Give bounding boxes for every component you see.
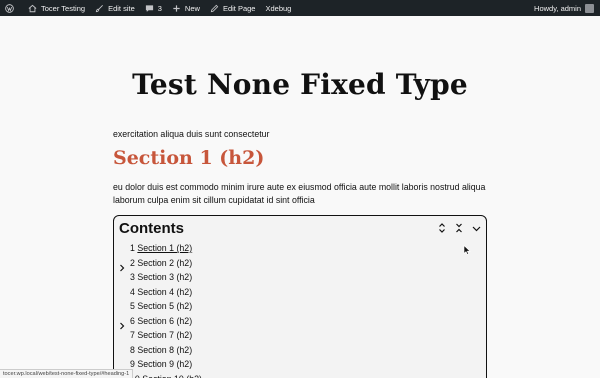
collapse-all-icon <box>456 223 462 233</box>
home-icon <box>28 4 37 13</box>
site-name-link[interactable]: Tocer Testing <box>23 0 90 16</box>
toc-item-label: Section 7 (h2) <box>137 330 193 340</box>
comments-count: 3 <box>157 3 162 13</box>
toc-item-label: Section 8 (h2) <box>137 344 193 355</box>
toc-item[interactable]: 1 Section 1 (h2) <box>130 243 192 253</box>
section-heading: Section 1 (h2) <box>113 147 265 169</box>
toc-item-number: 1 <box>130 243 135 253</box>
toc-expand-chevron-icon[interactable] <box>118 317 126 330</box>
toc-item-number: 5 <box>130 301 135 311</box>
chevron-down-icon <box>472 226 480 231</box>
toc-item-number: 3 <box>130 272 135 282</box>
toc-item-label: Section 10 (h2) <box>142 374 202 378</box>
brush-icon <box>95 4 104 13</box>
comment-icon <box>145 4 154 13</box>
toc-item-label: Section 2 (h2) <box>137 257 193 268</box>
site-name-label: Tocer Testing <box>41 3 86 13</box>
toc-item[interactable]: 2 Section 2 (h2) <box>130 258 192 268</box>
toc-item[interactable]: 4 Section 4 (h2) <box>130 287 192 297</box>
toc-item-label: Section 5 (h2) <box>137 301 193 311</box>
toc-item[interactable]: 5 Section 5 (h2) <box>130 301 192 311</box>
toc-item-number: 6 <box>130 315 135 326</box>
toc-item-number: 2 <box>130 257 135 268</box>
wordpress-menu[interactable] <box>0 0 23 16</box>
toc-title: Contents <box>119 220 184 237</box>
toc-item-label: Section 1 (h2) <box>137 243 193 253</box>
toc-item[interactable]: 6 Section 6 (h2) <box>130 316 192 326</box>
new-content-menu[interactable]: New <box>167 0 205 16</box>
edit-site-link[interactable]: Edit site <box>90 0 140 16</box>
expand-all-icon <box>439 223 445 233</box>
toc-item-number: 8 <box>130 344 135 355</box>
status-bar-url: tocer.wp.local/web/test-none-fixed-type/… <box>0 369 134 378</box>
toc-item-label: Section 3 (h2) <box>137 272 193 282</box>
xdebug-link[interactable]: Xdebug <box>260 0 296 16</box>
wordpress-logo-icon <box>5 3 14 13</box>
edit-site-label: Edit site <box>108 3 135 13</box>
toc-item[interactable]: 9 Section 9 (h2) <box>130 359 192 369</box>
plus-icon <box>172 4 181 13</box>
comments-link[interactable]: 3 <box>140 0 167 16</box>
edit-page-link[interactable]: Edit Page <box>205 0 261 16</box>
toc-item-label: Section 4 (h2) <box>137 286 193 297</box>
toc-item-number: 7 <box>130 330 135 340</box>
page-title: Test None Fixed Type <box>132 68 468 101</box>
toc-item-number: 9 <box>130 359 135 369</box>
toc-item[interactable]: 3 Section 3 (h2) <box>130 272 192 282</box>
my-account-menu[interactable]: Howdy, admin <box>534 3 600 13</box>
collapse-all-button[interactable] <box>454 223 464 233</box>
toc-item-number: 4 <box>130 286 135 297</box>
toc-item[interactable]: 7 Section 7 (h2) <box>130 330 192 340</box>
body-paragraph: eu dolor duis est commodo minim irure au… <box>113 182 486 205</box>
toc-item-label: Section 9 (h2) <box>137 359 193 369</box>
pencil-icon <box>210 4 219 13</box>
toc-item-label: Section 6 (h2) <box>137 315 193 326</box>
toc-expand-chevron-icon[interactable] <box>118 259 126 272</box>
intro-paragraph: exercitation aliqua duis sunt consectetu… <box>113 129 270 139</box>
toc-toggle-button[interactable] <box>471 223 481 233</box>
toc-item[interactable]: 8 Section 8 (h2) <box>130 345 192 355</box>
mouse-cursor-icon <box>463 245 471 255</box>
toc-item[interactable]: 10 Section 10 (h2) <box>130 374 202 378</box>
new-label: New <box>184 3 200 13</box>
edit-page-label: Edit Page <box>222 3 256 13</box>
howdy-label: Howdy, admin <box>534 3 581 13</box>
table-of-contents: Contents 1 Section 1 (h2) 2 Section 2 (h2… <box>113 215 487 378</box>
admin-bar: Tocer Testing Edit site 3 New Edit Page … <box>0 0 600 16</box>
expand-all-button[interactable] <box>437 223 447 233</box>
xdebug-label: Xdebug <box>265 3 292 13</box>
avatar <box>585 3 594 13</box>
